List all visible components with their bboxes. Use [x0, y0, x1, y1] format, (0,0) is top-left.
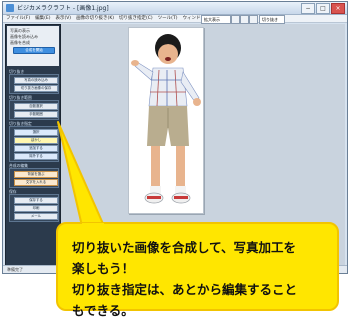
callout-line: 楽しもう！ [72, 261, 135, 276]
callout-bubble: 切り抜いた画像を合成して、写真加工を 楽しもう！ 切り抜き指定は、あとから編集す… [56, 222, 339, 318]
callout-line: 切り抜いた画像を合成して、写真加工を [72, 240, 297, 255]
callout-line: もできる。 [72, 303, 134, 318]
callout-text: 切り抜いた画像を合成して、写真加工を 楽しもう！ 切り抜き指定は、あとから編集す… [72, 237, 334, 321]
callout-line: 切り抜き指定は、あとから編集すること [72, 282, 298, 297]
